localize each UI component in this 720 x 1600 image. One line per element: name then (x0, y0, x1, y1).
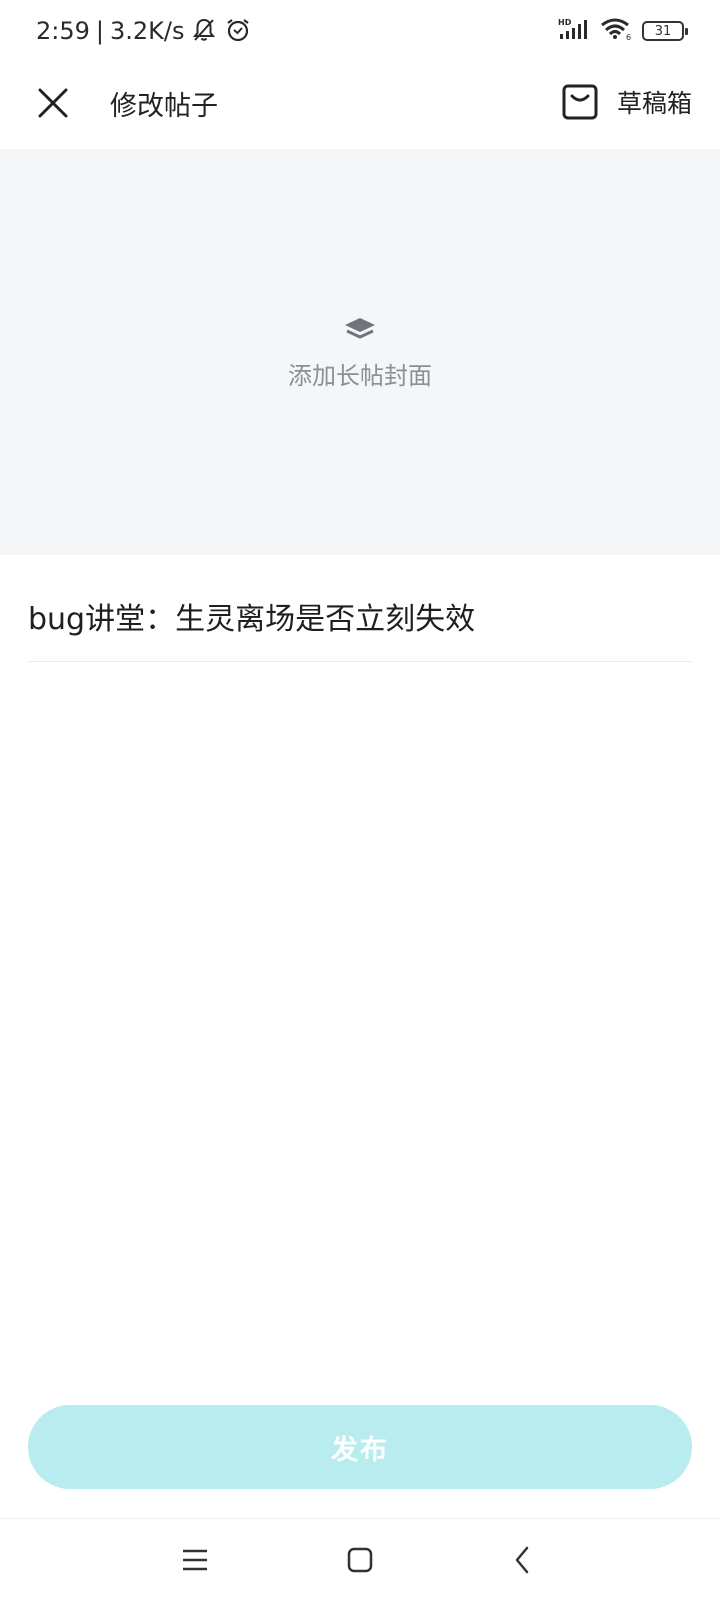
close-button[interactable] (30, 80, 76, 126)
status-right: HD 6 31 (558, 17, 688, 45)
drafts-button[interactable]: 草稿箱 (561, 76, 692, 128)
close-icon (38, 88, 68, 118)
bell-muted-icon (191, 17, 219, 45)
system-nav-bar (0, 1518, 720, 1600)
layers-icon (345, 317, 375, 338)
header-bar: 修改帖子 草稿箱 (0, 62, 720, 148)
nav-back-button[interactable] (497, 1535, 547, 1585)
network-badge-text: HD (558, 18, 572, 27)
cellular-signal-icon: HD (558, 17, 592, 45)
battery-level: 31 (654, 23, 672, 39)
status-separator: | (95, 17, 104, 45)
home-square-icon (347, 1547, 373, 1573)
nav-menu-button[interactable] (170, 1535, 220, 1585)
status-bar: 2:59 | 3.2K/s HD 6 31 (0, 0, 720, 62)
add-cover-label: 添加长帖封面 (288, 361, 432, 390)
back-chevron-icon (515, 1546, 529, 1574)
menu-icon (183, 1549, 207, 1571)
battery-icon: 31 (642, 21, 688, 41)
publish-button[interactable]: 发布 (28, 1405, 692, 1489)
post-content-input[interactable] (28, 680, 692, 1360)
drafts-label: 草稿箱 (616, 89, 692, 118)
add-cover-area[interactable]: 添加长帖封面 (0, 149, 720, 555)
wifi-badge-text: 6 (626, 33, 631, 41)
wifi-icon: 6 (600, 17, 634, 45)
status-left: 2:59 | 3.2K/s (36, 17, 253, 45)
status-network-speed: 3.2K/s (110, 17, 185, 45)
alarm-clock-icon (225, 17, 253, 45)
post-editor-screen: 2:59 | 3.2K/s HD 6 31 修改帖子 草稿箱 添加长帖封面 bu… (0, 0, 720, 1600)
draft-box-icon (562, 84, 598, 120)
post-title-input[interactable]: bug讲堂：生灵离场是否立刻失效 (28, 582, 692, 662)
nav-home-button[interactable] (335, 1535, 385, 1585)
page-title: 修改帖子 (110, 91, 218, 122)
status-time: 2:59 (36, 17, 90, 45)
